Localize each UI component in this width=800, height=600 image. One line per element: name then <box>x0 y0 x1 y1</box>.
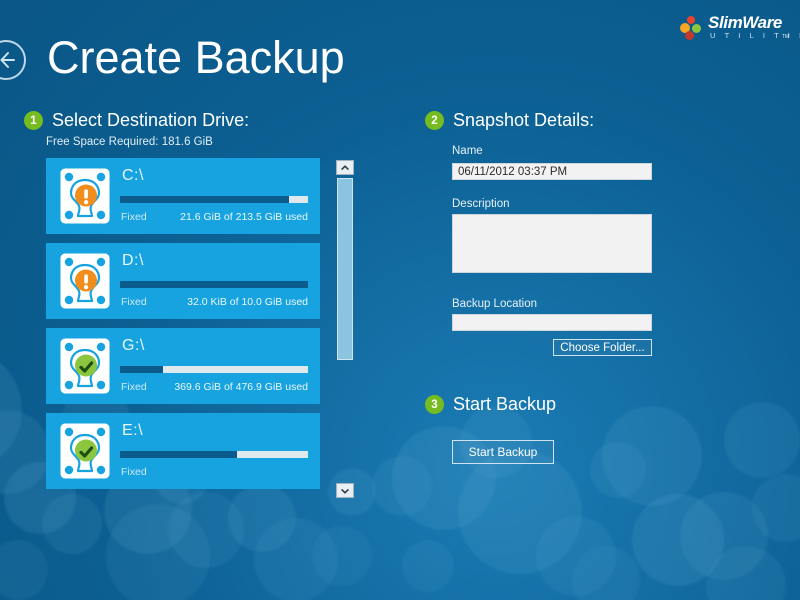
step-2-title: Snapshot Details: <box>453 110 595 130</box>
drive-usage-bar <box>120 366 308 373</box>
drive-type-label: Fixed <box>121 296 147 308</box>
drive-usage-label: 369.6 GiB of 476.9 GiB used <box>174 381 308 393</box>
page-title: Create Backup <box>47 32 345 83</box>
snapshot-description-input[interactable] <box>452 214 652 273</box>
drive-usage-label: 21.6 GiB of 213.5 GiB used <box>180 211 308 223</box>
step-1-heading: 1 Select Destination Drive: <box>24 110 249 131</box>
drive-usage-bar-free <box>289 196 308 203</box>
drive-list-scrollbar[interactable] <box>336 160 354 498</box>
bokeh-circle <box>724 402 800 478</box>
drive-list-item[interactable]: E:\ Fixed <box>46 413 320 489</box>
step-1-badge: 1 <box>24 111 43 130</box>
bokeh-circle <box>590 442 646 498</box>
step-3-heading: 3 Start Backup <box>425 394 556 415</box>
backup-location-label: Backup Location <box>452 298 538 310</box>
start-backup-button[interactable]: Start Backup <box>452 440 554 464</box>
bokeh-circle <box>632 494 724 586</box>
bokeh-circle <box>0 410 50 494</box>
bokeh-circle <box>602 406 702 506</box>
bokeh-circle <box>0 540 48 600</box>
drive-usage-bar <box>120 281 308 288</box>
step-3-badge: 3 <box>425 395 444 414</box>
logo-wordmark: SlimWare <box>708 13 782 32</box>
bokeh-circle <box>706 546 786 600</box>
drive-letter: D:\ <box>122 252 144 269</box>
name-label: Name <box>452 145 483 157</box>
free-space-required-note: Free Space Required: 181.6 GiB <box>46 136 213 148</box>
drive-list-item[interactable]: C:\ Fixed 21.6 GiB of 213.5 GiB used <box>46 158 320 234</box>
bokeh-circle <box>312 526 372 586</box>
drive-ok-icon <box>58 336 112 396</box>
bokeh-circle <box>106 504 210 600</box>
page-header: Create Backup SlimWare U T I L I T I E S… <box>0 0 800 100</box>
step-2-heading: 2 Snapshot Details: <box>425 110 594 131</box>
bokeh-circle <box>254 518 338 600</box>
drive-usage-bar-free <box>163 366 308 373</box>
bokeh-circle <box>42 494 102 554</box>
drive-usage-bar <box>120 196 308 203</box>
bokeh-circle <box>372 456 432 516</box>
bokeh-circle <box>458 450 582 574</box>
drive-warning-icon <box>58 251 112 311</box>
scroll-down-button[interactable] <box>336 483 354 498</box>
bokeh-circle <box>402 540 454 592</box>
drive-usage-label: 32.0 KiB of 10.0 GiB used <box>187 296 308 308</box>
drive-letter: G:\ <box>122 337 145 354</box>
bokeh-circle <box>572 546 640 600</box>
drive-type-label: Fixed <box>121 466 147 478</box>
scrollbar-track[interactable] <box>336 175 354 483</box>
drive-list-item[interactable]: G:\ Fixed 369.6 GiB of 476.9 GiB used <box>46 328 320 404</box>
drive-type-label: Fixed <box>121 211 147 223</box>
step-2-badge: 2 <box>425 111 444 130</box>
drive-warning-icon <box>58 166 112 226</box>
choose-folder-button[interactable]: Choose Folder... <box>553 339 652 356</box>
bokeh-circle <box>536 516 616 596</box>
step-1-title: Select Destination Drive: <box>52 110 250 130</box>
scroll-up-button[interactable] <box>336 160 354 175</box>
bokeh-circle <box>0 348 22 472</box>
drive-letter: E:\ <box>122 422 144 439</box>
bokeh-circle <box>752 474 800 542</box>
logo-trademark: TM <box>781 34 789 40</box>
back-button[interactable] <box>0 40 26 80</box>
logo-dots-icon <box>680 16 706 42</box>
drive-usage-bar-free <box>236 451 308 458</box>
drive-ok-icon <box>58 421 112 481</box>
slimware-logo: SlimWare U T I L I T I E S TM <box>680 12 800 48</box>
backup-location-input[interactable] <box>452 314 652 331</box>
snapshot-name-input[interactable] <box>452 163 652 180</box>
drive-type-label: Fixed <box>121 381 147 393</box>
drive-usage-bar <box>120 451 308 458</box>
bokeh-circle <box>680 492 768 580</box>
drive-letter: C:\ <box>122 167 144 184</box>
step-3-title: Start Backup <box>453 394 557 414</box>
description-label: Description <box>452 198 510 210</box>
scrollbar-thumb[interactable] <box>337 178 353 360</box>
bokeh-circle <box>168 492 244 568</box>
drive-list-item[interactable]: D:\ Fixed 32.0 KiB of 10.0 GiB used <box>46 243 320 319</box>
drive-list[interactable]: C:\ Fixed 21.6 GiB of 213.5 GiB used D:\ Fix… <box>46 158 338 498</box>
